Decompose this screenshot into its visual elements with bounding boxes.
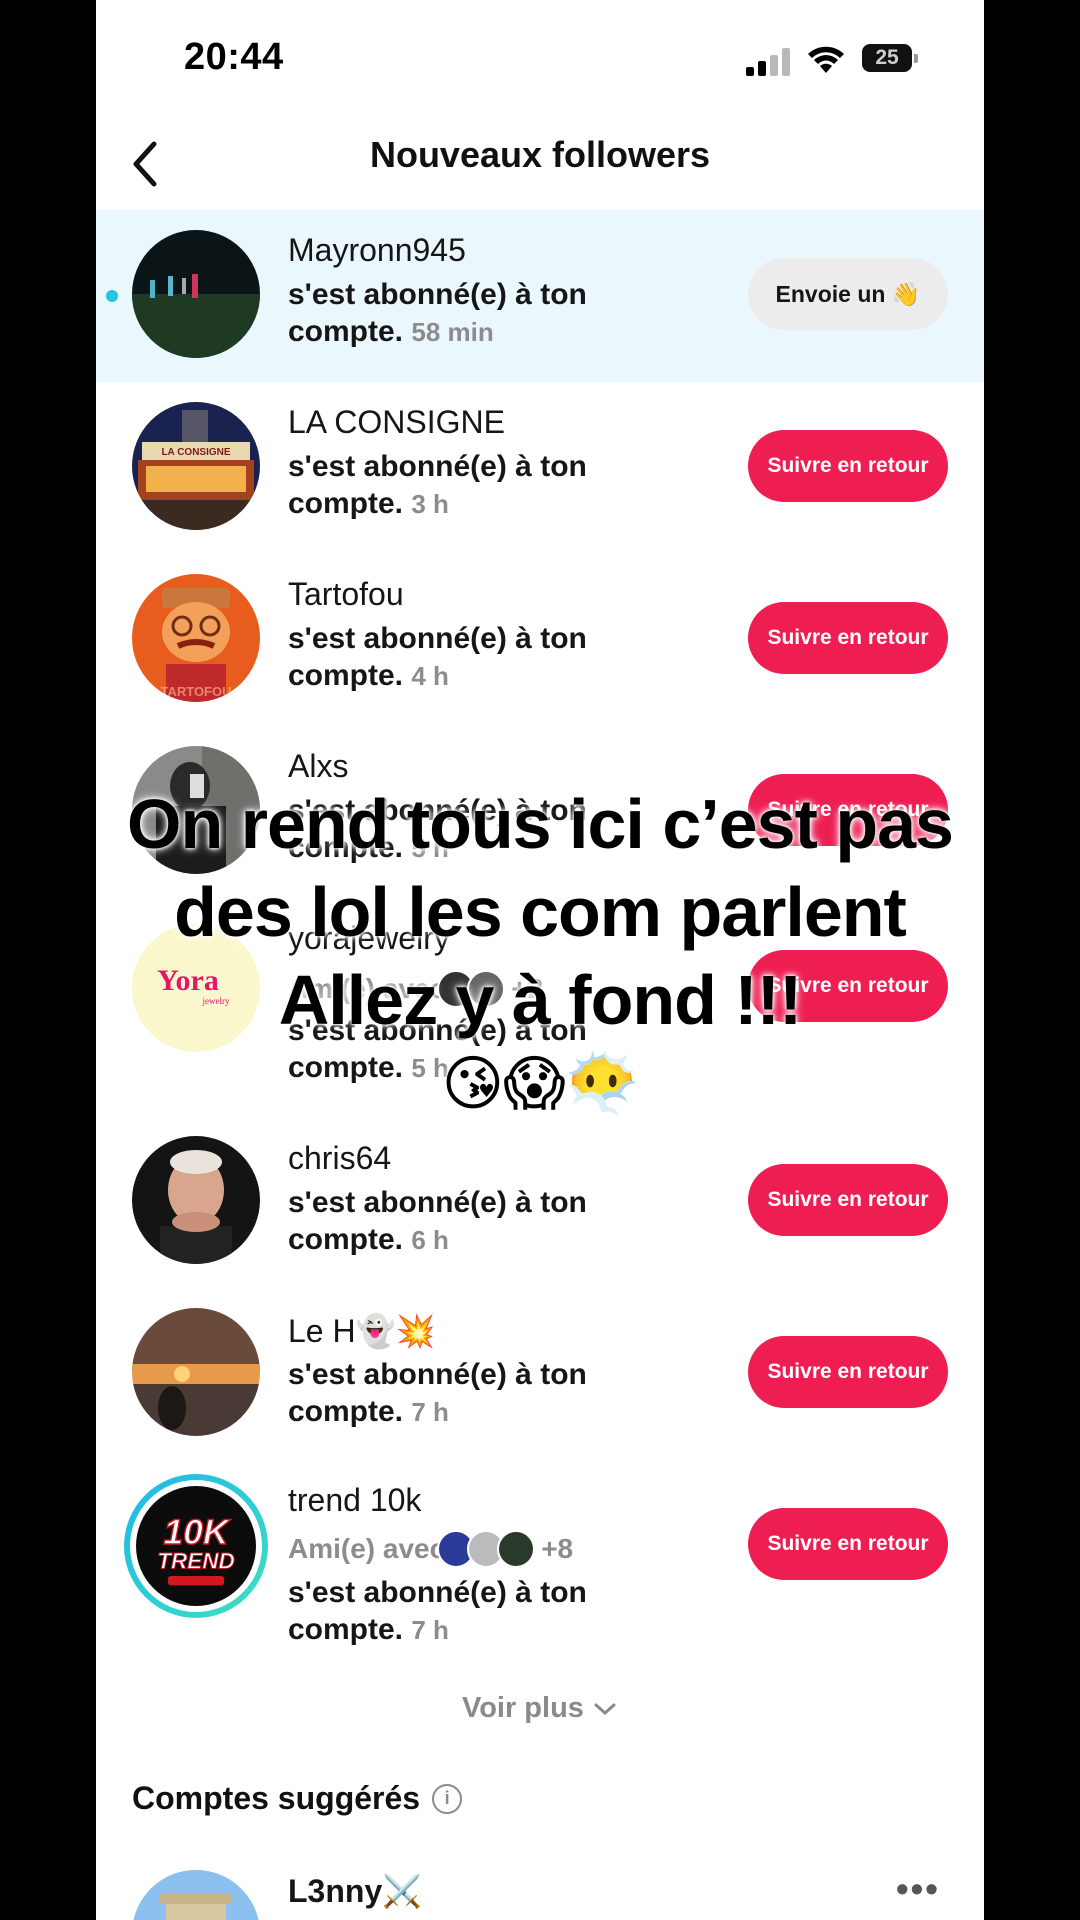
- mutual-friends-count: +8: [541, 1533, 574, 1564]
- follow-back-button[interactable]: Suivre en retour: [748, 602, 948, 674]
- desc-line1: s'est abonné(e) à ton: [288, 1358, 587, 1391]
- desc-line1: s'est abonné(e) à ton: [288, 278, 587, 311]
- username[interactable]: Tartofou: [288, 576, 404, 613]
- follower-row-trend-10k[interactable]: 10K TREND trend 10k Ami(e) avec +8 s'est…: [96, 1462, 984, 1682]
- timestamp: 58 min: [411, 317, 494, 347]
- battery-level: 25: [875, 46, 899, 69]
- follow-description: s'est abonné(e) à ton compte. 58 min: [288, 276, 668, 351]
- mutual-friends[interactable]: Ami(e) avec +8: [288, 1530, 573, 1568]
- avatar-story-ring[interactable]: 10K TREND: [124, 1474, 268, 1618]
- follow-description: s'est abonné(e) à ton compte. 6 h: [288, 1184, 668, 1259]
- avatar[interactable]: LA CONSIGNE: [132, 402, 260, 530]
- follower-row-chris64[interactable]: chris64 s'est abonné(e) à ton compte. 6 …: [96, 1118, 984, 1290]
- desc-line1: s'est abonné(e) à ton: [288, 1576, 587, 1609]
- see-more-label: Voir plus: [462, 1692, 584, 1724]
- chevron-down-icon: [594, 1703, 616, 1716]
- follow-description: s'est abonné(e) à ton compte. 7 h: [288, 1356, 668, 1431]
- wifi-icon: [808, 46, 844, 73]
- see-more-link[interactable]: Voir plus: [96, 1692, 984, 1725]
- desc-line2: compte.: [288, 1223, 404, 1256]
- desc-line1: s'est abonné(e) à ton: [288, 1186, 587, 1219]
- desc-line1: s'est abonné(e) à ton: [288, 450, 587, 483]
- desc-line1: s'est abonné(e) à ton: [288, 622, 587, 655]
- more-options-icon[interactable]: •••: [896, 1868, 940, 1910]
- avatar-logo-text: LA CONSIGNE: [161, 447, 230, 458]
- avatar[interactable]: TARTOFOU: [132, 574, 260, 702]
- follower-row-la-consigne[interactable]: LA CONSIGNE LA CONSIGNE s'est abonné(e) …: [96, 382, 984, 554]
- username[interactable]: trend 10k: [288, 1482, 421, 1519]
- caption-line3: Allez y à fond !!!: [278, 961, 803, 1039]
- caption-line1: On rend tous ici c’est pas: [127, 785, 954, 863]
- timestamp: 7 h: [411, 1397, 449, 1427]
- username[interactable]: chris64: [288, 1140, 391, 1177]
- follow-description: s'est abonné(e) à ton compte. 7 h: [288, 1574, 668, 1649]
- username[interactable]: Mayronn945: [288, 232, 466, 269]
- avatar-watermark-text: TARTOFOU: [160, 684, 231, 699]
- follow-description: s'est abonné(e) à ton compte. 4 h: [288, 620, 668, 695]
- status-bar: 20:44 25: [96, 0, 984, 120]
- timestamp: 4 h: [411, 661, 449, 691]
- avatar-logo-text: 10K: [163, 1512, 231, 1552]
- follower-row-tartofou[interactable]: TARTOFOU Tartofou s'est abonné(e) à ton …: [96, 554, 984, 726]
- follow-description: s'est abonné(e) à ton compte. 3 h: [288, 448, 668, 523]
- caption-line2: des lol les com parlent: [174, 873, 907, 951]
- follower-row-le-h[interactable]: Le H👻💥 s'est abonné(e) à ton compte. 7 h…: [96, 1290, 984, 1462]
- section-title: Comptes suggérés: [132, 1780, 421, 1816]
- follow-back-button[interactable]: Suivre en retour: [748, 430, 948, 502]
- desc-line2: compte.: [288, 487, 404, 520]
- avatar-logo-subtext: TREND: [157, 1549, 235, 1574]
- page-title: Nouveaux followers: [369, 134, 711, 175]
- info-icon[interactable]: i: [432, 1783, 463, 1814]
- mutual-avatar: [497, 1530, 536, 1568]
- avatar[interactable]: [132, 1136, 260, 1264]
- timestamp: 7 h: [411, 1615, 449, 1645]
- follower-row-mayronn945[interactable]: Mayronn945 s'est abonné(e) à ton compte.…: [96, 210, 984, 382]
- desc-line2: compte.: [288, 1613, 404, 1646]
- suggested-accounts-header: Comptes suggérés i: [132, 1780, 463, 1817]
- mutual-friends-label: Ami(e) avec: [288, 1533, 446, 1564]
- video-caption-overlay: On rend tous ici c’est pas des lol les c…: [96, 780, 984, 1128]
- cellular-signal-icon: [746, 48, 794, 76]
- timestamp: 3 h: [411, 489, 449, 519]
- suggested-avatar[interactable]: [132, 1870, 260, 1920]
- desc-line2: compte.: [288, 659, 404, 692]
- username[interactable]: LA CONSIGNE: [288, 404, 505, 441]
- follow-back-button[interactable]: Suivre en retour: [748, 1336, 948, 1408]
- desc-line2: compte.: [288, 315, 404, 348]
- avatar[interactable]: [132, 230, 260, 358]
- username[interactable]: Le H👻💥: [288, 1312, 435, 1350]
- unread-dot: [106, 290, 118, 302]
- caption-emoji: 😘😱😶‍🌫️: [441, 1050, 640, 1117]
- header: Nouveaux followers: [96, 120, 984, 210]
- battery-icon: 25: [862, 44, 918, 72]
- timestamp: 6 h: [411, 1225, 449, 1255]
- follow-back-button[interactable]: Suivre en retour: [748, 1164, 948, 1236]
- follow-back-button[interactable]: Suivre en retour: [748, 1508, 948, 1580]
- status-time: 20:44: [184, 36, 284, 78]
- wave-button[interactable]: Envoie un 👋: [748, 258, 948, 330]
- avatar[interactable]: [132, 1308, 260, 1436]
- desc-line2: compte.: [288, 1395, 404, 1428]
- suggested-username[interactable]: L3nny⚔️: [288, 1872, 422, 1910]
